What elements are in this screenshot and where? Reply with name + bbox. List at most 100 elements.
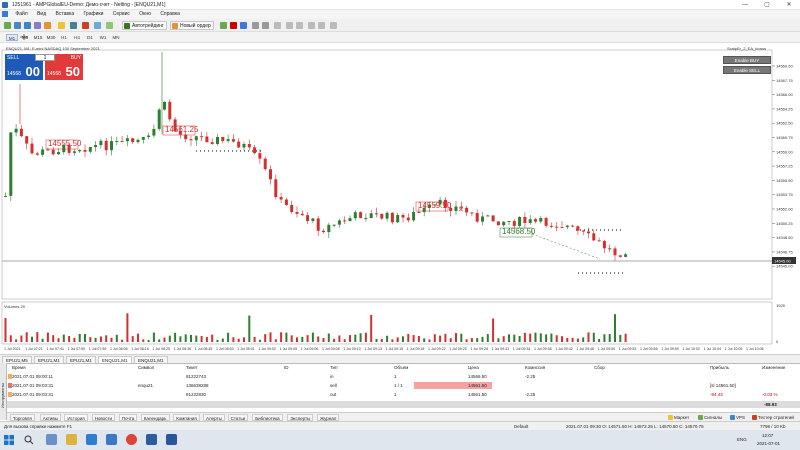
menu-file[interactable]: Файл — [11, 10, 31, 19]
tf-d1[interactable]: D1 — [84, 34, 96, 41]
right-toolbox-tab[interactable]: Маркет — [667, 414, 689, 421]
metatrader-icon[interactable] — [146, 434, 157, 445]
menu-window[interactable]: Окно — [135, 10, 155, 19]
price-chart[interactable]: 14569.50 14567.75 14566.00 14564.25 14562.50… — [0, 44, 800, 354]
volume-bar — [561, 336, 563, 342]
chart-window[interactable]: 14569.50 14567.75 14566.00 14564.25 14562.50… — [0, 44, 800, 354]
zoom-in-icon[interactable] — [252, 22, 259, 29]
menu-tools[interactable]: Сервис — [109, 10, 134, 19]
task-view-icon[interactable] — [46, 434, 57, 445]
toolbox-tab[interactable]: Статьи — [227, 414, 249, 421]
time-axis-label: 1 Jul 08:16 — [131, 347, 149, 351]
clock-date[interactable]: 2021-07-01 — [757, 441, 780, 446]
community-icon[interactable] — [94, 22, 101, 29]
toolbox-tab[interactable]: Новости — [91, 414, 116, 421]
toolbox-tab[interactable]: Журнал — [317, 414, 340, 421]
buy-label: BUY — [70, 55, 81, 61]
column-header[interactable]: Время — [12, 365, 26, 370]
menu-help[interactable]: Справка — [156, 10, 184, 19]
tf-mn[interactable]: MN — [110, 34, 122, 41]
toolbox-tab[interactable]: Активы — [39, 414, 62, 421]
table-cell: out — [330, 392, 337, 397]
new-order-button[interactable]: Новый ордер — [170, 21, 214, 30]
enable-buy-button[interactable]: Enable BUY — [723, 56, 771, 64]
autoscroll-icon[interactable] — [330, 22, 337, 29]
chrome-icon[interactable] — [126, 434, 137, 445]
toolbox-tab[interactable]: Алерты — [203, 414, 225, 421]
column-header[interactable]: Сбор — [594, 365, 605, 370]
tf-h4[interactable]: H4 — [71, 34, 83, 41]
period-icon[interactable] — [318, 22, 325, 29]
windows-start-icon[interactable] — [4, 435, 14, 445]
market-watch-icon[interactable] — [24, 22, 31, 29]
column-header[interactable]: Прибыль — [710, 365, 729, 370]
indicators-icon[interactable] — [286, 22, 293, 29]
volume-bar — [624, 333, 627, 342]
price-axis-label: 14557.25 — [776, 164, 793, 169]
column-header[interactable]: Объем — [394, 365, 408, 370]
minimize-button[interactable]: — — [738, 1, 752, 9]
tile-windows-icon[interactable] — [274, 22, 281, 29]
strategy-tester-icon[interactable] — [82, 22, 89, 29]
profiles-icon[interactable] — [14, 22, 21, 29]
tf-m1[interactable]: M1 — [6, 34, 18, 41]
tf-m30[interactable]: M30 — [45, 34, 57, 41]
metaeditor-icon[interactable] — [58, 22, 65, 29]
column-header[interactable]: Символ — [138, 365, 154, 370]
zoom-out-icon[interactable] — [262, 22, 269, 29]
tf-m5[interactable]: M5 — [19, 34, 31, 41]
line-chart-icon[interactable] — [240, 22, 247, 29]
store-icon[interactable] — [106, 434, 117, 445]
toolbox-tab[interactable]: Календарь — [140, 414, 170, 421]
screenshot-icon[interactable] — [308, 22, 315, 29]
toolbox-tab[interactable]: Эксперты — [287, 414, 314, 421]
templates-icon[interactable] — [296, 22, 303, 29]
column-header[interactable]: ID — [284, 365, 289, 370]
maximize-button[interactable]: ▢ — [760, 1, 774, 9]
clock-time[interactable]: 12:07 — [762, 433, 773, 438]
toolbox-side-label[interactable]: Инструменты — [0, 363, 7, 420]
toolbox-tab[interactable]: Библиотека — [252, 414, 283, 421]
menu-insert[interactable]: Вставка — [52, 10, 79, 19]
tf-h1[interactable]: H1 — [58, 34, 70, 41]
toolbox-tab[interactable]: Компания — [173, 414, 200, 421]
navigator-icon[interactable] — [44, 22, 51, 29]
right-toolbox-tab[interactable]: Сигналы — [697, 414, 722, 421]
algo-icon[interactable] — [70, 22, 77, 29]
edge-icon[interactable] — [86, 434, 97, 445]
column-header[interactable]: Комиссия — [525, 365, 545, 370]
time-axis-label: 1 Jul 07:41 — [46, 347, 64, 351]
file-explorer-icon[interactable] — [66, 434, 77, 445]
volume-bar — [290, 335, 293, 342]
autotrading-button[interactable]: Автотрейдинг — [122, 21, 167, 30]
toolbox-side-text: Инструменты — [0, 383, 5, 408]
volume-bar — [375, 338, 378, 342]
search-icon[interactable] — [24, 435, 34, 445]
new-chart-icon[interactable] — [4, 22, 11, 29]
right-toolbox-tab[interactable]: Тестер стратегий — [751, 414, 794, 421]
signals-icon[interactable] — [106, 22, 113, 29]
close-button[interactable]: ✕ — [782, 1, 796, 9]
menu-charts[interactable]: Графики — [80, 10, 108, 19]
column-header[interactable]: Тип — [330, 365, 338, 370]
toolbox-tab[interactable]: Торговля — [10, 414, 35, 421]
candlestick-icon[interactable] — [230, 22, 237, 29]
tf-w1[interactable]: W1 — [97, 34, 109, 41]
volume-bar — [322, 338, 325, 342]
volume-bar — [571, 337, 574, 342]
enable-sell-button[interactable]: Enable SELL — [723, 66, 771, 74]
tf-m15[interactable]: M15 — [32, 34, 44, 41]
right-toolbox-tab[interactable]: VPS — [729, 414, 745, 421]
data-window-icon[interactable] — [34, 22, 41, 29]
word-icon[interactable] — [166, 434, 177, 445]
toolbox-tab[interactable]: Почта — [118, 414, 138, 421]
column-header[interactable]: Тикет — [186, 365, 198, 370]
toolbox-tab[interactable]: История — [64, 414, 88, 421]
lot-input[interactable]: 1 — [35, 54, 55, 61]
candle-body — [316, 218, 320, 231]
column-header[interactable]: Изменение — [762, 365, 785, 370]
language-indicator[interactable]: ENG — [737, 437, 747, 442]
column-header[interactable]: Цена — [468, 365, 479, 370]
bar-chart-icon[interactable] — [220, 22, 227, 29]
menu-view[interactable]: Вид — [33, 10, 50, 19]
